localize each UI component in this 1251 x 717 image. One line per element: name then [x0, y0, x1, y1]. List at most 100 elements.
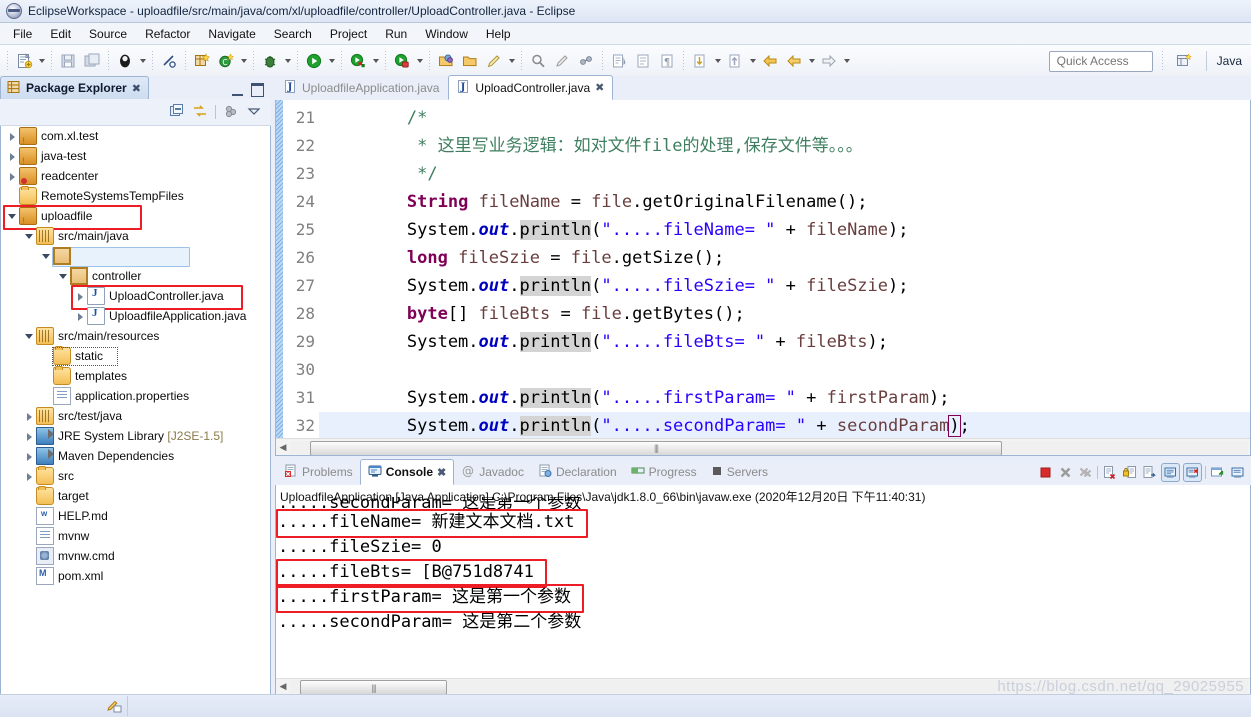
editor-tab-1[interactable]: J UploadfileApplication.java — [275, 75, 448, 100]
back-dropdown-icon[interactable] — [806, 50, 817, 72]
remove-launch-icon[interactable] — [1057, 464, 1074, 481]
console-tab-declaration[interactable]: Declaration — [531, 460, 624, 484]
next-annotation-dropdown-icon[interactable] — [712, 50, 723, 72]
tree-item[interactable]: mvnw.cmd — [1, 546, 270, 566]
previous-annotation-icon[interactable] — [723, 49, 747, 73]
maximize-icon[interactable] — [251, 83, 264, 97]
package-explorer-tree[interactable]: com.xl.test java-test readcenter RemoteSyst… — [0, 126, 271, 695]
open-perspective-icon[interactable] — [1172, 49, 1196, 73]
tree-expand-arrow-icon[interactable] — [24, 411, 35, 422]
code-line[interactable] — [319, 356, 1250, 384]
tree-item[interactable]: RemoteSystemsTempFiles — [1, 186, 270, 206]
new-java-class-icon[interactable]: C — [214, 49, 238, 73]
console-output[interactable]: UploadfileApplication [Java Application]… — [275, 485, 1251, 695]
menu-item-source[interactable]: Source — [80, 25, 136, 43]
editor-tab-2[interactable]: J UploadController.java ✖ — [448, 75, 614, 100]
debug-icon[interactable] — [258, 49, 282, 73]
coverage-dropdown-icon[interactable] — [370, 50, 381, 72]
menu-item-search[interactable]: Search — [265, 25, 321, 43]
code-line[interactable]: /* — [319, 104, 1250, 132]
tree-expand-arrow-icon[interactable] — [7, 211, 18, 222]
save-icon[interactable] — [56, 49, 80, 73]
close-icon[interactable]: ✖ — [595, 81, 604, 94]
clear-console-icon[interactable] — [1101, 464, 1118, 481]
tree-item[interactable]: UploadController.java — [1, 285, 270, 310]
close-icon[interactable]: ✖ — [132, 82, 141, 95]
code-line[interactable]: System.out.println(".....secondParam= " … — [319, 412, 1250, 440]
back-history-icon[interactable] — [782, 49, 806, 73]
code-line[interactable]: */ — [319, 160, 1250, 188]
scroll-lock-icon[interactable] — [1121, 464, 1138, 481]
new-wizard-dropdown-icon[interactable] — [36, 50, 47, 72]
show-whitespace-icon[interactable]: ¶ — [655, 49, 679, 73]
editor-scroll-track[interactable]: ||| — [290, 440, 1248, 455]
scroll-left-arrow-icon[interactable]: ◀ — [276, 681, 290, 692]
tree-item[interactable]: static — [1, 346, 270, 366]
new-annotation-icon[interactable] — [550, 49, 574, 73]
code-line[interactable]: System.out.println(".....fileName= " + f… — [319, 216, 1250, 244]
open-task-icon[interactable] — [458, 49, 482, 73]
forward-dropdown-icon[interactable] — [841, 50, 852, 72]
link-icon[interactable] — [574, 49, 598, 73]
tree-expand-arrow-icon[interactable] — [24, 231, 35, 242]
tree-item[interactable]: templates — [1, 366, 270, 386]
tree-item[interactable]: UploadfileApplication.java — [1, 306, 270, 326]
tree-item[interactable]: com.xl.test — [1, 126, 270, 146]
tree-item[interactable]: controller — [1, 266, 270, 286]
code-area[interactable]: /* * 这里写业务逻辑：如对文件file的处理,保存文件等。。。 */ Str… — [319, 100, 1250, 455]
print-icon[interactable] — [113, 49, 137, 73]
console-tab-problems[interactable]: Problems — [277, 460, 360, 484]
search-icon[interactable] — [526, 49, 550, 73]
display-selected-console-icon[interactable] — [1183, 462, 1202, 482]
tree-expand-arrow-icon[interactable] — [7, 171, 18, 182]
forward-icon[interactable] — [817, 49, 841, 73]
code-line[interactable]: long fileSzie = file.getSize(); — [319, 244, 1250, 272]
tree-expand-arrow-icon[interactable] — [24, 431, 35, 442]
tree-item[interactable]: target — [1, 486, 270, 506]
code-line[interactable]: String fileName = file.getOriginalFilena… — [319, 188, 1250, 216]
tree-item[interactable]: src/main/resources — [1, 326, 270, 346]
skip-breakpoints-icon[interactable] — [482, 49, 506, 73]
quick-access-input[interactable] — [1048, 50, 1153, 72]
console-tab-progress[interactable]: Progress — [624, 460, 704, 484]
tree-item[interactable]: mvnw — [1, 526, 270, 546]
tree-expand-arrow-icon[interactable] — [24, 471, 35, 482]
open-type-icon[interactable] — [434, 49, 458, 73]
server-dropdown-icon[interactable] — [414, 50, 425, 72]
link-with-editor-icon[interactable] — [192, 103, 208, 122]
console-scroll-thumb[interactable]: ||| — [300, 680, 447, 694]
minimize-icon[interactable] — [232, 85, 243, 96]
focus-on-active-task-icon[interactable] — [223, 103, 239, 122]
pin-console-icon[interactable] — [1161, 462, 1180, 482]
tree-item[interactable]: Maven Dependencies — [1, 446, 270, 466]
tree-expand-arrow-icon[interactable] — [24, 451, 35, 462]
tree-item[interactable]: com.xl.uploadfile — [1, 246, 270, 267]
next-edit-location-icon[interactable] — [607, 49, 631, 73]
run-dropdown-icon[interactable] — [326, 50, 337, 72]
new-class-dropdown-icon[interactable] — [238, 50, 249, 72]
menu-item-refactor[interactable]: Refactor — [136, 25, 199, 43]
tree-item[interactable]: uploadfile — [1, 205, 270, 230]
tree-expand-arrow-icon[interactable] — [24, 331, 35, 342]
menu-item-navigate[interactable]: Navigate — [199, 25, 264, 43]
code-line[interactable]: * 这里写业务逻辑：如对文件file的处理,保存文件等。。。 — [319, 132, 1250, 160]
perspective-java-label[interactable]: Java — [1217, 54, 1244, 68]
toggle-mark-occurrences-icon[interactable] — [157, 49, 181, 73]
console-tab-javadoc[interactable]: @ Javadoc — [454, 460, 531, 484]
code-line[interactable]: System.out.println(".....fileBts= " + fi… — [319, 328, 1250, 356]
code-line[interactable]: System.out.println(".....fileSzie= " + f… — [319, 272, 1250, 300]
scroll-left-arrow-icon[interactable]: ◀ — [276, 442, 290, 453]
tree-item[interactable]: JRE System Library [J2SE-1.5] — [1, 426, 270, 446]
run-coverage-icon[interactable] — [346, 49, 370, 73]
editor-horizontal-scrollbar[interactable]: ◀ ||| — [276, 438, 1250, 455]
next-annotation-icon[interactable] — [688, 49, 712, 73]
tree-expand-arrow-icon[interactable] — [75, 291, 86, 302]
console-tab-console[interactable]: Console ✖ — [359, 459, 455, 485]
run-server-icon[interactable] — [390, 49, 414, 73]
open-console-icon[interactable] — [1209, 464, 1226, 481]
toggle-block-selection-icon[interactable] — [631, 49, 655, 73]
tree-expand-arrow-icon[interactable] — [75, 311, 86, 322]
view-menu-icon[interactable] — [246, 103, 262, 122]
code-line[interactable]: System.out.println(".....firstParam= " +… — [319, 384, 1250, 412]
code-line[interactable]: byte[] fileBts = file.getBytes(); — [319, 300, 1250, 328]
